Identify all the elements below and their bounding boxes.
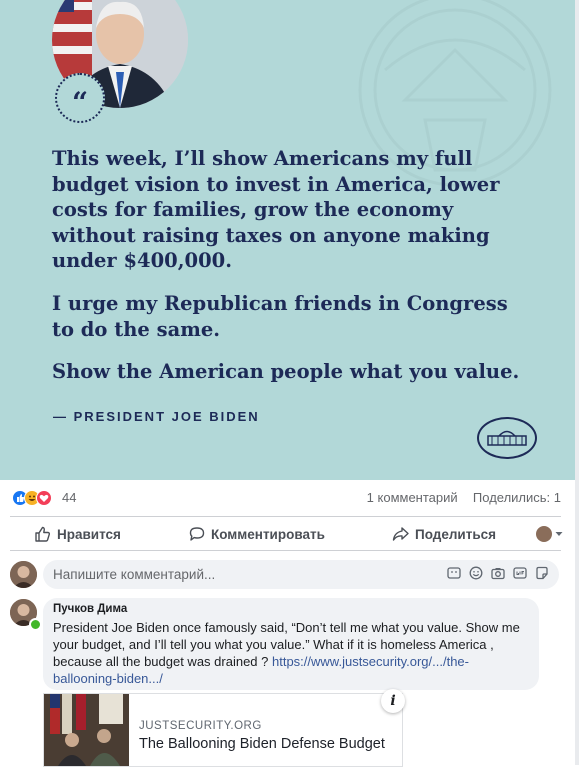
share-audience-selector[interactable] <box>536 526 563 542</box>
comment-input[interactable]: Напишите комментарий... <box>43 560 559 589</box>
sticker-face-icon[interactable] <box>535 566 549 580</box>
current-user-avatar[interactable] <box>10 561 37 588</box>
quote-paragraph-2: I urge my Republican friends in Congress… <box>52 292 508 341</box>
share-button[interactable]: Поделиться <box>392 526 496 542</box>
comment-text: President Joe Biden once famously said, … <box>53 619 531 687</box>
quote-mark-badge: “ <box>55 73 105 123</box>
thumbs-up-icon <box>35 526 51 542</box>
comment-icon <box>189 527 205 541</box>
share-icon <box>392 527 409 541</box>
post-image[interactable]: “ This week, I’ll show Americans my full… <box>0 0 575 480</box>
comment-author[interactable]: Пучков Дима <box>53 603 127 615</box>
camera-icon[interactable] <box>491 566 505 580</box>
divider-top <box>10 516 561 517</box>
like-button-label: Нравится <box>57 526 121 542</box>
post-actions-bar: Нравится Комментировать Поделиться <box>10 518 563 550</box>
link-preview-card[interactable]: JUSTSECURITY.ORG The Ballooning Biden De… <box>43 693 403 767</box>
avatar <box>536 526 552 542</box>
link-preview-title[interactable]: The Ballooning Biden Defense Budget <box>139 736 385 752</box>
reaction-icons[interactable] <box>12 490 66 506</box>
gif-icon[interactable] <box>513 566 527 580</box>
like-button[interactable]: Нравится <box>34 526 121 542</box>
reaction-count[interactable]: 44 <box>62 490 76 505</box>
comment-button-label: Комментировать <box>211 526 325 542</box>
info-icon[interactable]: i <box>381 689 405 713</box>
divider-bottom <box>10 550 561 551</box>
page-scrollbar-edge <box>575 0 579 765</box>
link-preview-domain: JUSTSECURITY.ORG <box>139 720 262 732</box>
post-stats-bar: 44 1 комментарий Поделились: 1 <box>12 488 561 508</box>
share-button-label: Поделиться <box>415 526 497 542</box>
quote-paragraph-1: This week, I’ll show Americans my full b… <box>52 147 500 272</box>
chevron-down-icon <box>555 532 563 536</box>
comment-bubble: Пучков Дима President Joe Biden once fam… <box>43 598 539 690</box>
comments-shares: 1 комментарий Поделились: 1 <box>367 490 561 505</box>
online-status-dot <box>29 618 42 631</box>
shares-count-link[interactable]: Поделились: 1 <box>473 490 561 505</box>
quote-mark: “ <box>71 86 89 119</box>
comments-count-link[interactable]: 1 комментарий <box>367 490 458 505</box>
quote-paragraph-3: Show the American people what you value. <box>52 360 520 383</box>
white-house-logo <box>477 417 537 459</box>
comment-button[interactable]: Комментировать <box>189 526 325 542</box>
sticker-icon[interactable] <box>447 566 461 580</box>
emoji-icon[interactable] <box>469 566 483 580</box>
link-preview-thumbnail <box>44 694 129 766</box>
quote-attribution: — PRESIDENT JOE BIDEN <box>53 409 260 424</box>
comment-input-tools <box>447 566 549 580</box>
comment-input-placeholder: Напишите комментарий... <box>53 567 216 582</box>
love-reaction-icon <box>36 490 52 506</box>
